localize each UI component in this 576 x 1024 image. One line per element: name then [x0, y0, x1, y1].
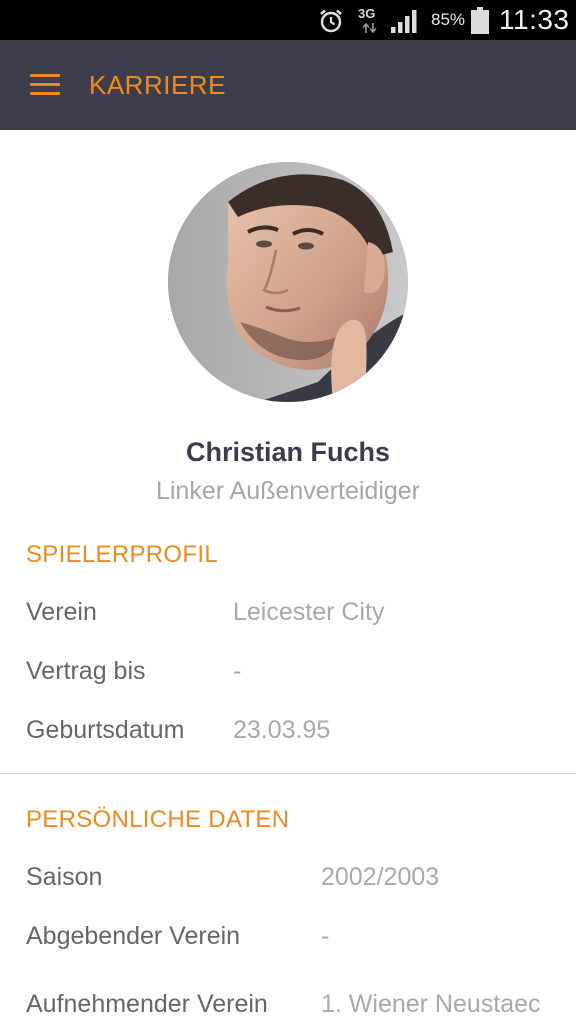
season-label: Saison [26, 863, 103, 891]
app-bar: KARRIERE [0, 40, 576, 130]
page-title: KARRIERE [89, 70, 226, 100]
releasing-club-label: Abgebender Verein [26, 922, 241, 950]
contract-label: Vertrag bis [26, 657, 146, 685]
club-value: Leicester City [233, 598, 385, 626]
hamburger-menu-icon[interactable] [22, 66, 66, 104]
section-divider [0, 773, 576, 774]
birthdate-label: Geburtsdatum [26, 716, 185, 744]
receiving-club-label: Aufnehmender Verein [26, 990, 268, 1018]
avatar [168, 162, 408, 402]
section-title-player-profile: SPIELERPROFIL [26, 541, 218, 568]
section-title-personal-data: PERSÖNLICHE DATEN [26, 806, 290, 833]
player-photo [168, 162, 408, 402]
birthdate-value: 23.03.95 [233, 716, 331, 744]
alarm-icon [320, 9, 342, 33]
signal-icon [391, 10, 417, 33]
battery-icon [471, 7, 489, 34]
releasing-club-value: - [321, 922, 330, 950]
club-label: Verein [26, 598, 97, 626]
player-name: Christian Fuchs [185, 437, 391, 467]
status-bar: 3G 85% 11:33 [0, 0, 576, 40]
contract-value: - [233, 657, 242, 685]
battery-percent: 85% [431, 10, 466, 29]
player-position: Linker Außenverteidiger [155, 477, 421, 505]
season-value: 2002/2003 [321, 863, 440, 891]
data-arrows-icon [362, 22, 377, 34]
clock: 11:33 [499, 4, 570, 35]
network-3g-icon: 3G [355, 4, 385, 36]
receiving-club-value: 1. Wiener Neustaec [321, 990, 541, 1018]
network-type-label: 3G [358, 6, 376, 21]
